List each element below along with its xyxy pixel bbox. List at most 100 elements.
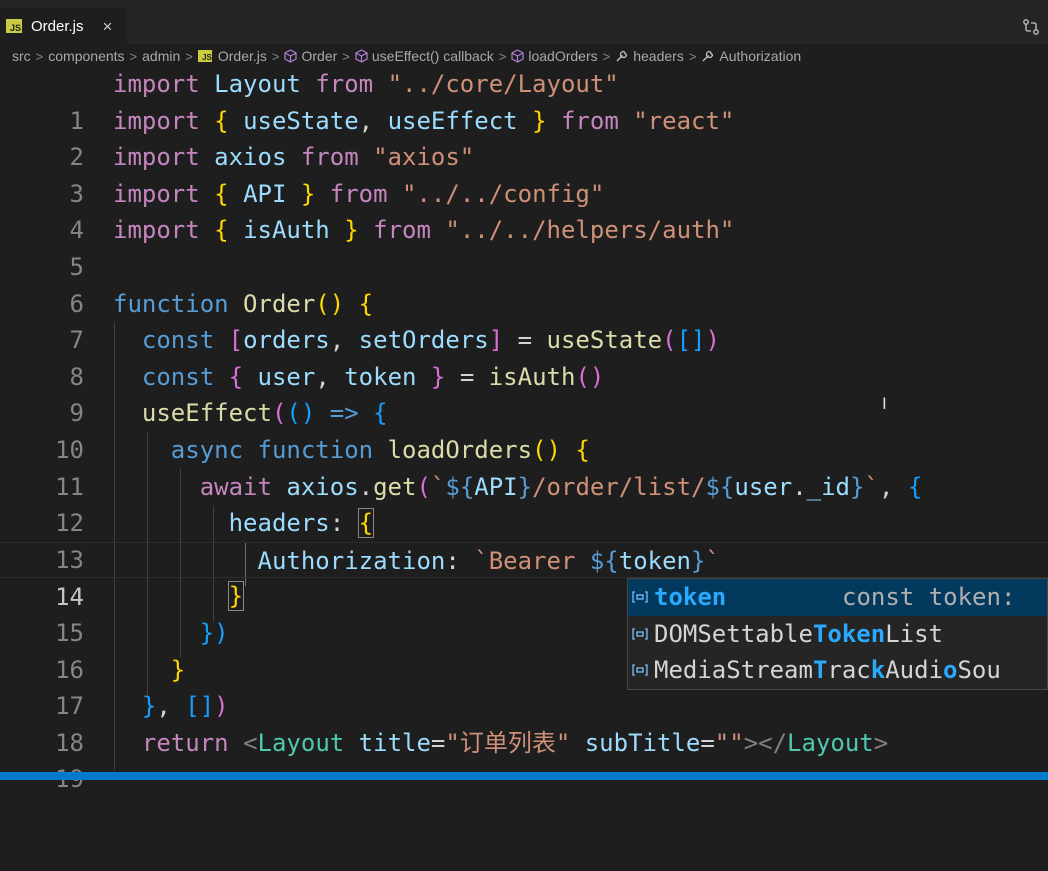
token-template: ${ [589,546,619,575]
token-template: } [850,472,865,501]
variable-icon [632,664,648,676]
token-function: get [373,472,417,501]
code-line: 12 await axios.get(`${API}/order/list/${… [0,469,1048,538]
breadcrumb-item-order[interactable]: Order [301,48,337,64]
token-bracket: [] [676,326,706,355]
token-identifier: setOrders [358,326,489,355]
token-bracket: { [575,436,590,464]
chevron-right-icon: > [129,48,138,64]
token-keyword: return [141,728,229,757]
token-string: "../core/Layout" [387,70,619,98]
chevron-right-icon: > [498,48,507,64]
token-identifier: isAuth [243,216,330,245]
token-keyword: from [315,70,374,98]
token-bracket: { [228,362,244,391]
breadcrumb-item-useeffect[interactable]: useEffect() callback [372,48,494,64]
token-identifier: useState [243,106,359,135]
breadcrumb-item-headers[interactable]: headers [633,48,684,64]
token-keyword: from [329,179,388,208]
token-bracket: } [344,216,359,245]
token-operator: => [329,399,359,428]
token-string: "react" [633,106,735,135]
token-punct: , [329,326,345,355]
token-keyword: import [113,70,200,98]
token-identifier: API [243,179,287,208]
token-bracket: () [286,399,316,428]
token-punct: . [358,472,374,501]
chevron-right-icon: > [185,48,193,64]
token-bracket: ( [662,326,677,355]
token-bracket: ] [488,326,504,355]
token-keyword: import [113,106,200,135]
code-line: 1 import Layout from "../core/Layout" [0,66,1048,135]
token-string: /order/list/ [532,472,706,501]
autocomplete-popup[interactable]: token const token: DOMSettableTokenList … [627,578,1048,690]
token-tag-bracket: < [243,728,258,757]
breadcrumb-item-src[interactable]: src [12,48,31,64]
chevron-right-icon: > [342,48,350,64]
token-punct: , [358,106,374,135]
token-property: Authorization [257,546,446,575]
token-bracket: } [430,362,446,391]
token-punct: = [700,728,715,757]
text-cursor-icon: I [882,394,887,413]
token-bracket: () [532,436,561,464]
suggestion-item[interactable]: DOMSettableTokenList [628,616,1047,653]
token-function: loadOrders [387,436,533,464]
token-keyword: from [560,106,619,135]
token-function: isAuth [488,362,576,391]
code-line: 18 }, []) [0,688,1048,757]
token-tag-bracket: ></ [743,728,788,757]
suggestion-text: rac [827,656,871,684]
close-icon[interactable]: × [103,18,113,35]
tab-bar: JS Order.js × [0,8,1048,44]
suggestion-match: k [870,656,886,684]
suggestion-text: Audi [885,656,944,684]
token-identifier: useEffect [387,106,518,135]
token-string: "订单列表" [445,728,571,757]
token-attribute: subTitle [584,728,701,757]
token-bracket: } [300,179,316,208]
window-top-edge [0,0,1048,8]
token-punct: : [445,546,460,575]
token-punct: = [430,728,446,757]
token-identifier: token [618,546,691,575]
source-control-compare-icon[interactable] [1022,18,1040,41]
suggestion-text: Sou [957,656,1001,684]
token-keyword: const [141,326,215,355]
token-bracket: ) [705,326,720,355]
chevron-right-icon: > [35,48,44,64]
status-bar [0,772,1048,780]
breadcrumb-item-file[interactable]: Order.js [218,48,267,64]
chevron-right-icon: > [602,48,611,64]
suggestion-item[interactable]: token const token: [628,579,1047,616]
suggestion-item[interactable]: MediaStreamTrackAudioSou [628,652,1047,689]
breadcrumb-item-components[interactable]: components [48,48,124,64]
token-bracket: { [214,216,229,245]
cube-symbol-icon [511,49,524,63]
tab-order-js[interactable]: JS Order.js × [0,8,127,44]
token-tag: Layout [787,728,874,757]
token-identifier: user [257,362,316,391]
token-bracket: { [357,508,375,539]
token-identifier: API [474,472,518,501]
breadcrumb-item-loadorders[interactable]: loadOrders [528,48,597,64]
token-keyword: await [199,472,272,501]
token-tag: Layout [257,728,345,757]
token-bracket: } [170,655,186,684]
token-attribute: title [358,728,431,757]
token-template: } [691,546,706,575]
breadcrumb-item-admin[interactable]: admin [142,48,180,64]
code-line: 7 function Order() { [0,286,1048,355]
code-line: 8 const [orders, setOrders] = useState([… [0,322,1048,391]
token-keyword: function [257,436,374,464]
suggestion-match: Token [812,619,886,648]
token-template: } [517,472,533,501]
token-operator: = [459,362,475,391]
token-string: "axios" [373,143,475,172]
suggestion-text: DOMSettable [654,619,813,648]
variable-icon [632,627,648,640]
breadcrumb-item-authorization[interactable]: Authorization [719,48,801,64]
token-bracket: ( [416,472,431,501]
cube-symbol-icon [355,49,368,63]
